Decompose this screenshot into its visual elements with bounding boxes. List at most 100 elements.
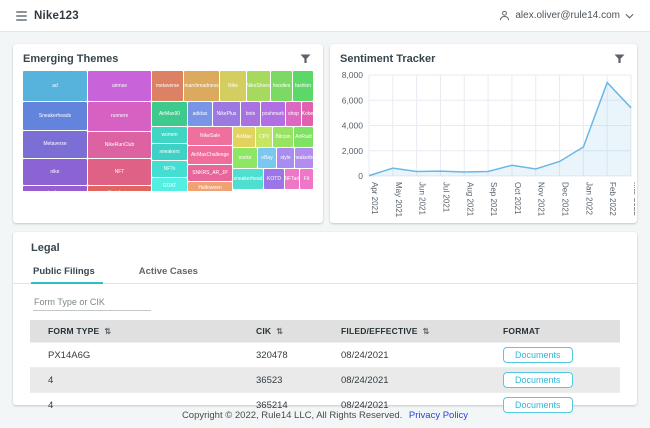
app-title: Nike123: [34, 10, 79, 22]
legal-tabs: Public Filings Active Cases: [13, 262, 637, 284]
documents-button[interactable]: Documents: [503, 347, 573, 363]
treemap-cell[interactable]: bots: [241, 102, 260, 126]
treemap-cell[interactable]: Metaverse: [23, 131, 87, 158]
treemap-cell-label: Halloween: [198, 186, 221, 191]
documents-button[interactable]: Documents: [503, 372, 573, 388]
treemap-cell[interactable]: adidas: [188, 102, 212, 126]
top-navigation-bar: Nike123 alex.oliver@rule14.com: [0, 0, 650, 32]
treemap-cell-label: NikeRunClub: [105, 143, 134, 148]
treemap-cell[interactable]: KyrieIrving: [88, 186, 151, 191]
treemap-cell[interactable]: SNKRS_AR_JP: [188, 165, 232, 181]
filter-icon[interactable]: [298, 52, 313, 66]
treemap-cell[interactable]: NFTart: [285, 169, 299, 189]
treemap-cell[interactable]: AirMax90: [152, 102, 187, 126]
treemap-cell-label: metaverse: [156, 84, 179, 89]
treemap-cell[interactable]: AirMax: [233, 127, 255, 147]
treemap-cell[interactable]: Nike: [220, 71, 246, 101]
treemap-cell-label: NikePlus: [217, 112, 237, 117]
treemap-cell[interactable]: marchmadness: [184, 71, 219, 101]
menu-icon[interactable]: [16, 11, 27, 21]
treemap-cell[interactable]: eBay: [258, 148, 276, 168]
tab-public-filings[interactable]: Public Filings: [31, 262, 109, 283]
treemap-cell-label: NFTs: [164, 167, 176, 172]
tab-active-cases[interactable]: Active Cases: [137, 262, 212, 283]
treemap-cell-label: marchmadness: [184, 84, 218, 89]
treemap-cell[interactable]: Fit: [300, 169, 313, 189]
privacy-policy-link[interactable]: Privacy Policy: [409, 410, 468, 421]
treemap-cell[interactable]: hoodies: [271, 71, 292, 101]
treemap-cell[interactable]: nike: [23, 159, 87, 185]
treemap-cell-label: women: [161, 133, 177, 138]
cell-cik: 36523: [238, 368, 323, 393]
treemap-cell-label: shop: [288, 112, 299, 117]
user-account-menu[interactable]: alex.oliver@rule14.com: [499, 10, 634, 21]
treemap-cell[interactable]: CP3: [256, 127, 272, 147]
legal-title: Legal: [13, 232, 637, 254]
treemap-cell[interactable]: Kobe: [302, 102, 313, 126]
x-axis-tick-label: Apr 2021: [370, 182, 379, 215]
sort-icon[interactable]: ⇅: [423, 327, 430, 336]
treemap-cell-label: Sneakerheads: [39, 114, 71, 119]
treemap-cell-label: runners: [111, 114, 128, 119]
treemap-cell[interactable]: KOTD: [264, 169, 284, 189]
treemap-cell[interactable]: sneakers: [152, 144, 187, 160]
cell-filed: 08/24/2021: [323, 368, 485, 393]
treemap-cell-label: fashion: [295, 84, 311, 89]
treemap-cell-label: nike: [50, 170, 59, 175]
treemap-cell[interactable]: NikeShoes: [247, 71, 270, 101]
emerging-themes-panel: Emerging Themes ad Sneakerheads Metaverse n…: [13, 44, 323, 223]
treemap-cell[interactable]: NikeSale: [188, 127, 232, 145]
x-axis-tick-label: Oct 2021: [513, 182, 522, 215]
treemap-cell[interactable]: shop: [286, 102, 301, 126]
column-header-filed-effective[interactable]: FILED/EFFECTIVE⇅: [323, 320, 485, 343]
treemap-cell[interactable]: Bitcoin: [273, 127, 293, 147]
x-axis-tick-label: Feb 2022: [608, 182, 617, 216]
sentiment-area-fill: [369, 83, 631, 176]
treemap-cell[interactable]: NikeRunClub: [88, 132, 151, 158]
treemap-cell-label: hoodies: [273, 84, 291, 89]
cell-filed: 08/24/2021: [323, 343, 485, 368]
treemap-cell[interactable]: sneakerhead: [233, 169, 263, 189]
treemap-cell[interactable]: poshmark: [261, 102, 285, 126]
panel-title: Emerging Themes: [23, 53, 118, 65]
filter-icon[interactable]: [612, 52, 627, 66]
treemap-cell[interactable]: AirMaxChallenge: [188, 146, 232, 164]
x-axis-tick-label: May 2021: [394, 182, 403, 218]
treemap-cell[interactable]: GOAT: [152, 178, 187, 191]
legal-panel: Legal Public Filings Active Cases FORM TY…: [13, 232, 637, 405]
sort-icon[interactable]: ⇅: [104, 327, 111, 336]
form-type-cik-input[interactable]: [33, 294, 151, 311]
treemap-cell[interactable]: runners: [88, 102, 151, 131]
treemap-cell[interactable]: AirRaid: [294, 127, 313, 147]
column-header-form-type[interactable]: FORM TYPE⇅: [30, 320, 238, 343]
treemap-cell[interactable]: Sneakerheads: [23, 102, 87, 130]
sort-icon[interactable]: ⇅: [276, 327, 283, 336]
treemap-cell[interactable]: socks: [233, 148, 257, 168]
cell-form_type: PX14A6G: [30, 343, 238, 368]
y-axis-tick-label: 4,000: [342, 121, 364, 131]
treemap-cell[interactable]: style: [277, 148, 294, 168]
treemap-cell-label: Kobe: [302, 112, 313, 117]
treemap-cell[interactable]: NFTs: [152, 161, 187, 177]
treemap-cell-label: socks: [239, 156, 252, 161]
emerging-themes-treemap: ad Sneakerheads Metaverse nike jordan airmax r…: [23, 71, 313, 191]
treemap-cell-label: Bitcoin: [275, 135, 290, 140]
treemap-cell[interactable]: jordan: [23, 186, 87, 191]
y-axis-tick-label: 6,000: [342, 95, 364, 105]
treemap-cell-label: SNKRS_AR_JP: [192, 171, 228, 176]
y-axis-tick-label: 8,000: [342, 70, 364, 80]
treemap-cell-label: Fit: [304, 177, 310, 182]
column-header-cik[interactable]: CIK⇅: [238, 320, 323, 343]
treemap-cell-label: CP3: [259, 135, 269, 140]
treemap-cell[interactable]: fashion: [293, 71, 313, 101]
treemap-cell[interactable]: NFT: [88, 159, 151, 185]
treemap-cell[interactable]: airmax: [88, 71, 151, 101]
treemap-cell[interactable]: metaverse: [152, 71, 183, 101]
treemap-cell[interactable]: NikePlus: [213, 102, 240, 126]
treemap-cell-label: NFT: [115, 170, 125, 175]
treemap-cell[interactable]: ad: [23, 71, 87, 101]
treemap-cell[interactable]: women: [152, 127, 187, 143]
treemap-cell[interactable]: sneakerbot: [295, 148, 313, 168]
treemap-cell[interactable]: Halloween: [188, 182, 232, 191]
treemap-cell-label: sneakerbot: [295, 156, 313, 161]
